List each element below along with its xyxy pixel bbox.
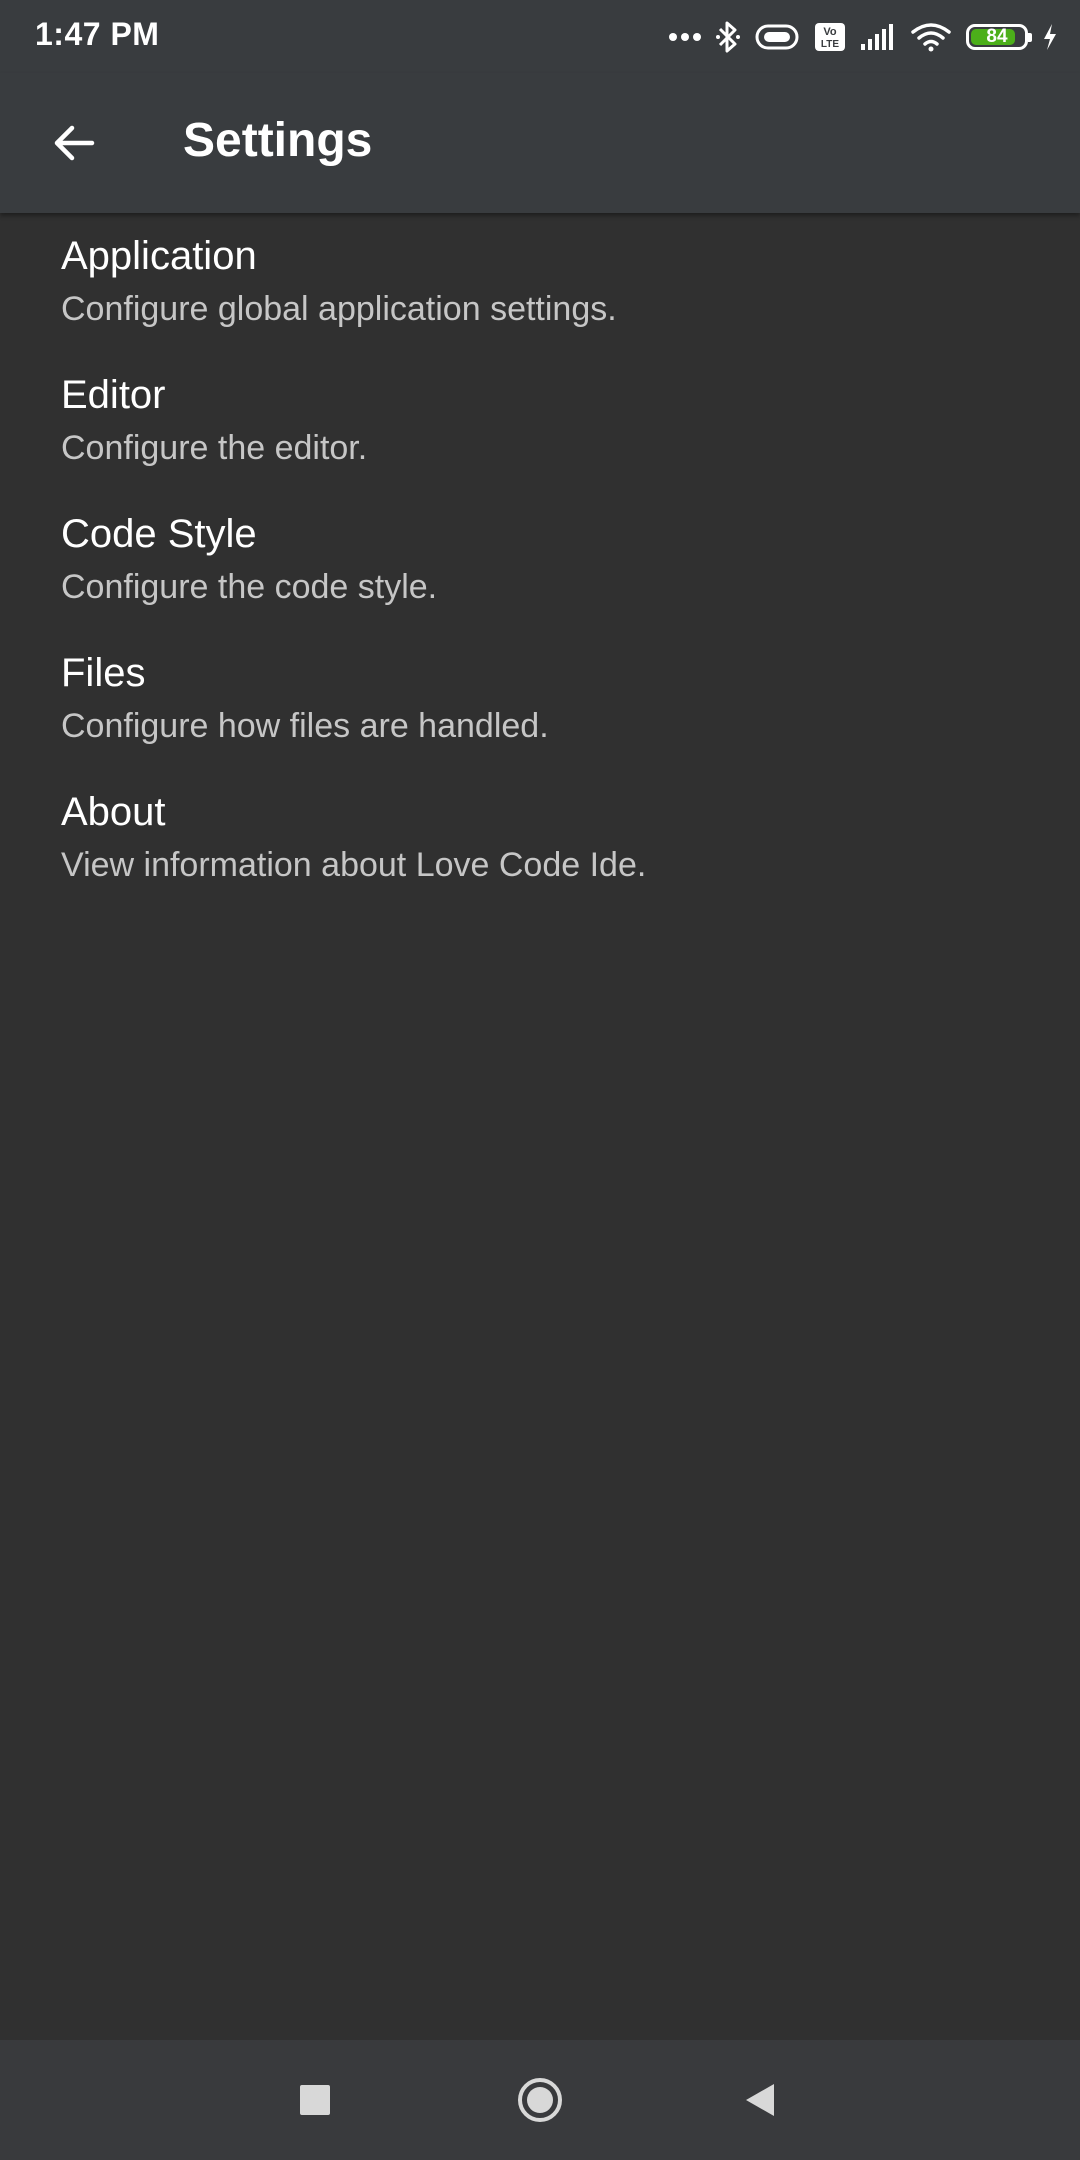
home-circle-icon	[518, 2078, 562, 2122]
more-dots-icon	[669, 33, 701, 41]
settings-item-code-style[interactable]: Code Style Configure the code style.	[0, 500, 1080, 639]
settings-item-about[interactable]: About View information about Love Code I…	[0, 778, 1080, 917]
status-icons: Vo LTE 84	[668, 18, 1058, 56]
svg-text:LTE: LTE	[821, 39, 839, 50]
home-button[interactable]	[510, 2070, 570, 2130]
settings-item-editor[interactable]: Editor Configure the editor.	[0, 361, 1080, 500]
arrow-left-icon	[54, 125, 95, 161]
status-bar: 1:47 PM Vo LTE 84	[0, 0, 1080, 73]
vibrate-icon	[755, 24, 799, 50]
wifi-icon	[911, 23, 951, 52]
item-summary: Configure the code style.	[61, 568, 438, 606]
battery-tip	[1028, 33, 1032, 42]
charging-icon	[1044, 24, 1056, 50]
settings-item-application[interactable]: Application Configure global application…	[0, 222, 1080, 361]
battery-icon: 84	[966, 24, 1032, 50]
svg-text:Vo: Vo	[823, 26, 837, 38]
item-summary: Configure how files are handled.	[61, 707, 549, 745]
signal-icon	[861, 24, 893, 50]
volte-icon: Vo LTE	[815, 23, 845, 51]
item-title: Files	[61, 651, 146, 695]
app-bar: Settings	[0, 73, 1080, 213]
status-time: 1:47 PM	[35, 16, 160, 52]
recents-square-icon	[300, 2085, 330, 2115]
item-summary: Configure global application settings.	[61, 290, 617, 328]
item-summary: View information about Love Code Ide.	[61, 846, 647, 884]
system-back-button[interactable]	[730, 2070, 790, 2130]
battery-level: 84	[986, 26, 1008, 47]
navigation-bar	[0, 2040, 1080, 2160]
item-title: Editor	[61, 373, 166, 417]
item-title: Code Style	[61, 512, 257, 556]
back-triangle-icon	[746, 2084, 774, 2116]
recents-button[interactable]	[285, 2070, 345, 2130]
item-summary: Configure the editor.	[61, 429, 368, 467]
page-title: Settings	[183, 114, 373, 167]
settings-screen: 1:47 PM Vo LTE 84 Settings Application C…	[0, 0, 1080, 2160]
back-button[interactable]	[36, 105, 112, 181]
item-title: Application	[61, 234, 257, 278]
bluetooth-icon	[716, 21, 740, 53]
settings-list: Application Configure global application…	[0, 222, 1080, 917]
settings-item-files[interactable]: Files Configure how files are handled.	[0, 639, 1080, 778]
item-title: About	[61, 790, 166, 834]
